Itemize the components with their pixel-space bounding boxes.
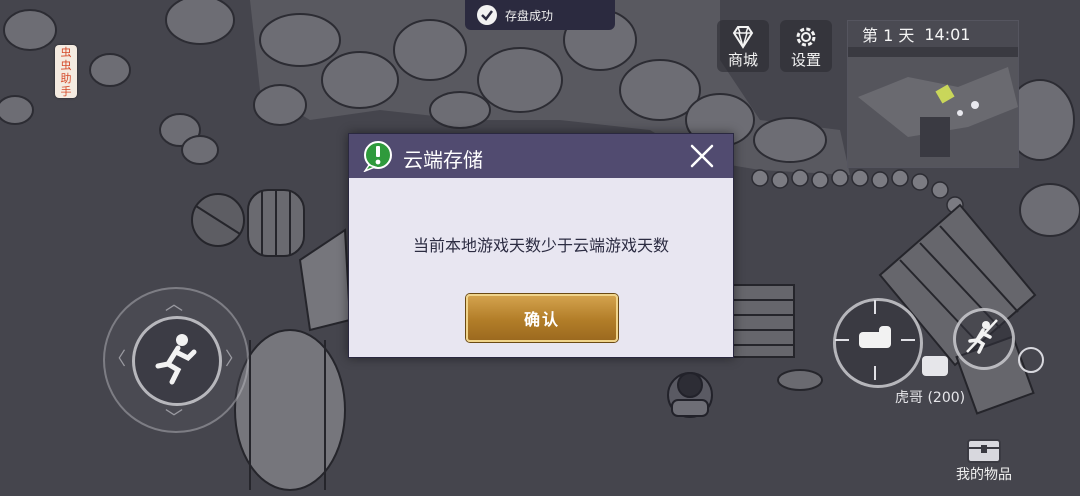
time-label: 14:01 — [924, 24, 971, 44]
player-name-tag: 虎哥 (200) — [895, 390, 966, 406]
day-label: 第 1 天 — [862, 26, 915, 45]
shop-label: 商城 — [727, 51, 758, 69]
shop-button[interactable]: 商城 — [717, 20, 769, 72]
sprint-icon — [966, 319, 998, 354]
chevron-left-icon: 〈 — [108, 349, 126, 370]
save-success-toast: 存盘成功 — [465, 0, 615, 30]
dialog-header: 云端存储 — [349, 134, 733, 178]
gear-icon — [796, 27, 816, 47]
diamond-icon — [732, 26, 754, 49]
attack-button[interactable] — [833, 298, 923, 388]
chest-icon — [967, 439, 1001, 463]
chevron-down-icon: ﹀ — [165, 408, 183, 429]
helper-tab[interactable]: 虫虫助手 — [55, 45, 77, 98]
confirm-label: 确认 — [523, 310, 560, 329]
minimap[interactable]: 第 1 天 14:01 — [847, 20, 1019, 168]
chevron-right-icon: 〉 — [225, 349, 243, 370]
chat-bubble-icon — [922, 356, 948, 376]
minimap-terrain — [848, 57, 1018, 167]
dialog-title: 云端存储 — [403, 148, 483, 172]
dialog-message: 当前本地游戏天数少于云端游戏天数 — [412, 236, 669, 255]
inventory-label: 我的物品 — [956, 467, 1012, 483]
fist-crosshair-icon — [835, 300, 915, 380]
settings-button[interactable]: 设置 — [780, 20, 832, 72]
day-time-bar: 第 1 天 14:01 — [848, 21, 1018, 47]
inventory-button[interactable]: 我的物品 — [945, 430, 1023, 492]
check-circle-icon — [477, 5, 497, 25]
chevron-up-icon: ︿ — [165, 294, 183, 315]
sprint-button[interactable] — [953, 308, 1015, 370]
joystick-knob[interactable] — [132, 316, 222, 406]
ring-icon[interactable] — [1018, 347, 1044, 373]
cloud-storage-dialog: 云端存储 当前本地游戏天数少于云端游戏天数 确认 — [348, 133, 734, 358]
helper-text: 虫虫助手 — [60, 45, 72, 98]
toast-text: 存盘成功 — [505, 8, 554, 23]
close-button[interactable] — [689, 143, 715, 169]
settings-label: 设置 — [790, 51, 821, 69]
confirm-button[interactable]: 确认 — [466, 294, 618, 342]
info-speech-icon — [361, 140, 395, 177]
close-icon — [690, 144, 714, 168]
running-icon — [155, 334, 197, 385]
